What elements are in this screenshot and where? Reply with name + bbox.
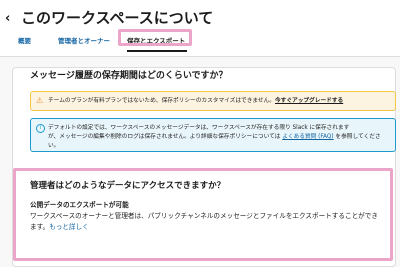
warning-icon: ⚠ [36, 96, 44, 105]
active-tab-indicator [127, 50, 187, 52]
warning-text: チームのプランが有料プランではないため、保存ポリシーのカスタマイズはできません。… [48, 98, 344, 104]
admin-access-title: 管理者はどのようなデータにアクセスできますか？ [30, 181, 226, 191]
admin-access-subtitle: 公開データのエクスポートが可能 [30, 201, 129, 209]
learn-more-link[interactable]: もっと詳しく [49, 223, 89, 231]
upgrade-link[interactable]: 今すぐアップグレードする [275, 98, 343, 104]
faq-link[interactable]: よくある質問 (FAQ) [282, 134, 333, 140]
page-header: ‹ このワークスペースについて 概要 管理者とオーナー 保存とエクスポート [0, 0, 400, 57]
tab-highlight-frame [118, 29, 192, 46]
retention-title: メッセージ履歴の保存期間はどのくらいですか？ [30, 71, 228, 81]
tab-overview[interactable]: 概要 [18, 37, 31, 46]
warning-banner: ⚠ チームのプランが有料プランではないため、保存ポリシーのカスタマイズはできませ… [30, 91, 396, 111]
info-banner: i デフォルトの設定では、ワークスペースのメッセージデータは、ワークスペースが存… [30, 118, 396, 152]
info-icon: i [36, 124, 45, 133]
info-text: デフォルトの設定では、ワークスペースのメッセージデータは、ワークスペースが存在す… [48, 125, 381, 149]
tab-admins-owners[interactable]: 管理者とオーナー [58, 37, 110, 46]
admin-access-body: ワークスペースのオーナーと管理者は、パブリックチャンネルのメッセージとファイルを… [30, 212, 378, 231]
page-title: このワークスペースについて [21, 9, 214, 27]
back-chevron-icon[interactable]: ‹ [5, 11, 10, 27]
